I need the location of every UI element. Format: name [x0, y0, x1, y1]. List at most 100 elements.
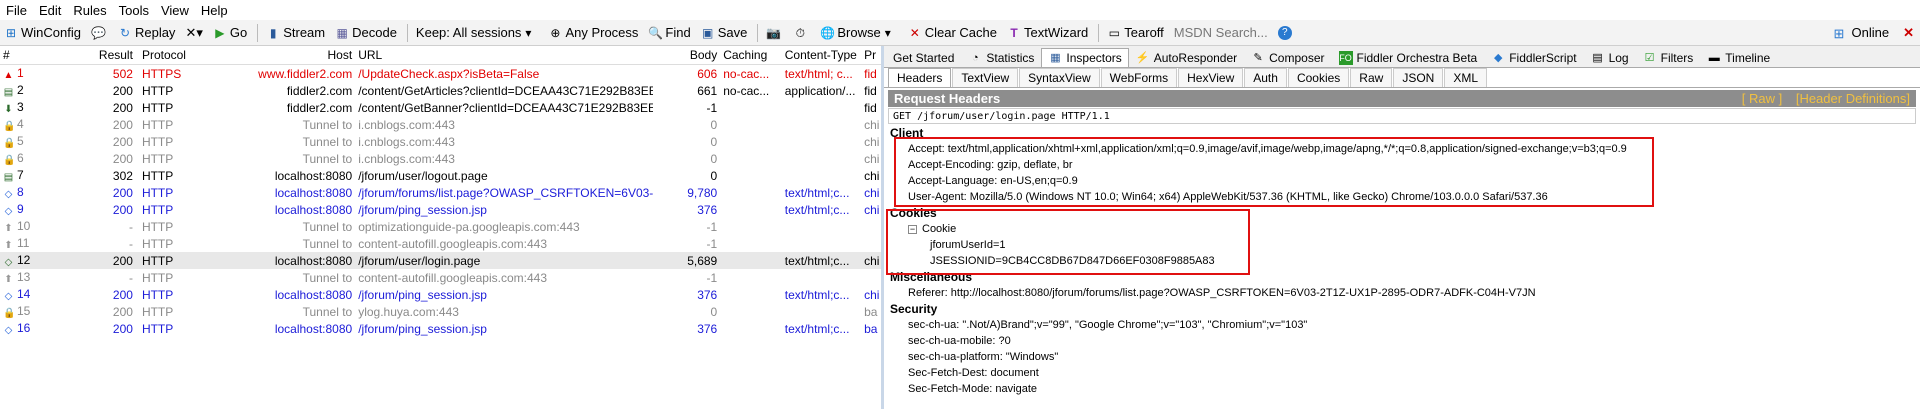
timer-button[interactable]: ⏱ [793, 26, 810, 40]
menu-edit[interactable]: Edit [39, 3, 61, 18]
msdn-search-input[interactable]: MSDN Search... [1174, 25, 1268, 40]
menu-view[interactable]: View [161, 3, 189, 18]
table-row[interactable]: ⬆ 13 - HTTP Tunnel to content-autofill.google… [0, 269, 881, 286]
table-row[interactable]: ▤ 7 302 HTTP localhost:8080/jforum/user/logo… [0, 167, 881, 184]
tab-get-started[interactable]: Get Started [886, 48, 961, 67]
script-icon: ◆ [1493, 52, 1503, 64]
clear-cache-button[interactable]: ✕ Clear Cache [908, 25, 997, 40]
tab-inspectors[interactable]: ▦ Inspectors [1041, 48, 1129, 67]
tab-composer[interactable]: ✎ Composer [1244, 48, 1331, 67]
tab-syntaxview[interactable]: SyntaxView [1019, 68, 1100, 87]
browse-button[interactable]: 🌐 Browse ▾ [820, 25, 897, 40]
cell-num: ◇ 9 [4, 202, 24, 217]
table-row[interactable]: 🔒 4 200 HTTP Tunnel to i.cnblogs.com:443 0 chi [0, 116, 881, 133]
table-row[interactable]: ⬆ 11 - HTTP Tunnel to content-autofill.google… [0, 235, 881, 252]
header-item[interactable]: Sec-Fetch-Mode: navigate [890, 381, 1920, 397]
highlight-box-client [894, 137, 1654, 207]
tab-fiddler-orchestra[interactable]: FO Fiddler Orchestra Beta [1332, 48, 1485, 67]
raw-link[interactable]: [ Raw ] [1742, 91, 1782, 106]
tab-textview[interactable]: TextView [952, 68, 1019, 87]
go-button[interactable]: ▶ Go [213, 25, 247, 40]
tab-timeline[interactable]: ▬ Timeline [1700, 48, 1777, 67]
tab-auth[interactable]: Auth [1244, 68, 1287, 87]
header-item[interactable]: Sec-Fetch-Dest: document [890, 365, 1920, 381]
cell-host: localhost:8080 [274, 168, 353, 183]
table-row[interactable]: ▤ 2 200 HTTP fiddler2.com/content/GetArticle… [0, 82, 881, 99]
col-result[interactable]: Result [95, 48, 139, 62]
cell-pr: chi [864, 151, 880, 166]
menu-rules[interactable]: Rules [73, 3, 106, 18]
header-item[interactable]: sec-ch-ua-mobile: ?0 [890, 333, 1920, 349]
tab-filters[interactable]: ☑ Filters [1636, 48, 1701, 67]
table-row[interactable]: ◇ 14 200 HTTP localhost:8080/jforum/ping_ses… [0, 286, 881, 303]
header-item[interactable]: sec-ch-ua: ".Not/A)Brand";v="99", "Googl… [890, 317, 1920, 333]
tab-hexview[interactable]: HexView [1178, 68, 1244, 87]
tab-json[interactable]: JSON [1393, 68, 1444, 87]
table-row[interactable]: ◇ 9 200 HTTP localhost:8080/jforum/ping_sess… [0, 201, 881, 218]
comment-button[interactable]: 💬 [91, 26, 108, 40]
keep-sessions-dropdown[interactable]: Keep: All sessions ▾ [416, 25, 539, 40]
online-status[interactable]: ⊞ Online ✕ [1834, 25, 1920, 41]
session-icon: ◇ [4, 189, 13, 200]
col-process[interactable]: Pr [861, 48, 881, 62]
col-url[interactable]: URL [355, 48, 653, 62]
header-item[interactable]: sec-ch-ua-platform: "Windows" [890, 349, 1920, 365]
cell-protocol: HTTP [141, 236, 174, 251]
cell-pr: chi [864, 134, 880, 149]
table-row[interactable]: ◇ 12 200 HTTP localhost:8080/jforum/user/log… [0, 252, 881, 269]
find-button[interactable]: 🔍 Find [648, 25, 690, 40]
camera-button[interactable]: 📷 [766, 26, 783, 40]
divider [1098, 23, 1100, 42]
col-body[interactable]: Body [653, 48, 720, 62]
table-row[interactable]: ◇ 8 200 HTTP localhost:8080/jforum/forums/li… [0, 184, 881, 201]
cell-protocol: HTTP [141, 287, 174, 302]
section-security[interactable]: Security [890, 301, 1920, 317]
tab-webforms[interactable]: WebForms [1100, 68, 1178, 87]
decode-button[interactable]: ▦ Decode [335, 25, 396, 40]
tab-fiddlerscript[interactable]: ◆ FiddlerScript [1484, 48, 1583, 67]
col-caching[interactable]: Caching [720, 48, 782, 62]
fo-icon: FO [1338, 51, 1353, 65]
globe-icon: 🌐 [820, 25, 836, 40]
col-protocol[interactable]: Protocol [139, 48, 201, 62]
table-row[interactable]: ⬆ 10 - HTTP Tunnel to optimizationguide-pa.go… [0, 218, 881, 235]
any-process-button[interactable]: ⊕ Any Process [548, 25, 638, 40]
save-button[interactable]: ▣ Save [701, 25, 747, 40]
cell-body: -1 [706, 236, 718, 251]
table-row[interactable]: 🔒 5 200 HTTP Tunnel to i.cnblogs.com:443 0 chi [0, 133, 881, 150]
tab-log[interactable]: ▤ Log [1584, 48, 1636, 67]
col-content-type[interactable]: Content-Type [782, 48, 861, 62]
table-row[interactable]: ▲ 1 502 HTTPS www.fiddler2.com/UpdateCheck.a… [0, 65, 881, 82]
tab-statistics[interactable]: ◔ Statistics [961, 48, 1041, 67]
menu-help[interactable]: Help [201, 3, 228, 18]
tab-xml[interactable]: XML [1444, 68, 1488, 87]
menu-tools[interactable]: Tools [119, 3, 149, 18]
close-icon[interactable]: ✕ [1903, 25, 1914, 41]
cell-host: localhost:8080 [274, 253, 353, 268]
col-num[interactable]: # [0, 48, 95, 62]
sessions-list: # Result Protocol Host URL Body Caching … [0, 46, 884, 409]
menu-file[interactable]: File [6, 3, 27, 18]
table-row[interactable]: ⬇ 3 200 HTTP fiddler2.com/content/GetBanner?… [0, 99, 881, 116]
cell-result: 200 [112, 321, 133, 336]
cell-result: 200 [112, 134, 133, 149]
replay-button[interactable]: ↻ Replay [118, 25, 176, 40]
tearoff-button[interactable]: ▭ Tearoff [1107, 25, 1164, 40]
col-host[interactable]: Host [200, 48, 355, 62]
header-definitions-link[interactable]: [Header Definitions] [1796, 91, 1910, 106]
table-row[interactable]: 🔒 15 200 HTTP Tunnel to ylog.huya.com:443 0 ba [0, 303, 881, 320]
tab-raw[interactable]: Raw [1350, 68, 1393, 87]
help-button[interactable]: ? [1277, 25, 1295, 40]
tab-headers[interactable]: Headers [888, 68, 952, 87]
stream-icon: ▮ [269, 25, 277, 40]
table-row[interactable]: 🔒 6 200 HTTP Tunnel to i.cnblogs.com:443 0 chi [0, 150, 881, 167]
remove-button[interactable]: ✕▾ [185, 25, 202, 41]
textwizard-button[interactable]: T TextWizard [1007, 25, 1088, 40]
tab-cookies[interactable]: Cookies [1287, 68, 1350, 87]
table-row[interactable]: ◇ 16 200 HTTP localhost:8080/jforum/ping_ses… [0, 320, 881, 337]
cell-pr: chi [864, 168, 880, 183]
header-item[interactable]: Referer: http://localhost:8080/jforum/fo… [890, 285, 1920, 301]
stream-button[interactable]: ▮ Stream [266, 25, 325, 40]
tab-autoresponder[interactable]: ⚡ AutoResponder [1129, 48, 1244, 67]
winconfig-button[interactable]: ⊞ WinConfig [4, 25, 81, 40]
